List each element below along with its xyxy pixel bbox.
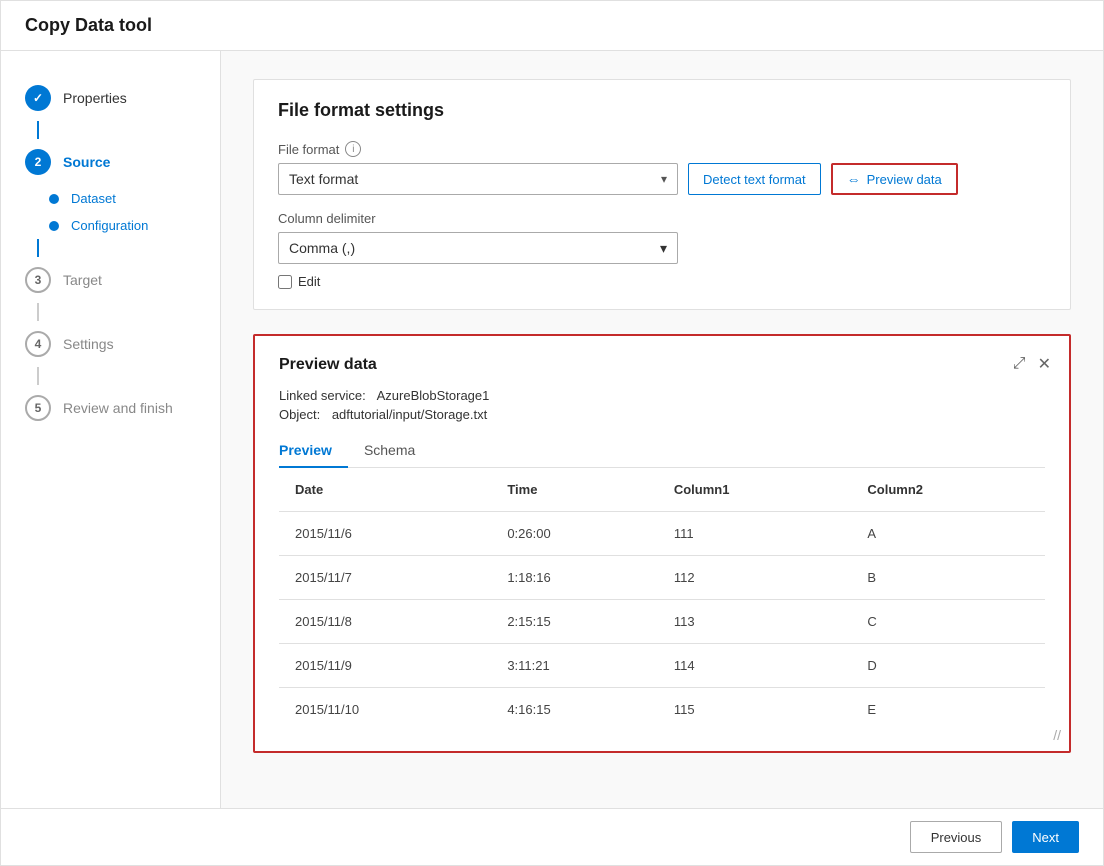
edit-checkbox[interactable] [278, 275, 292, 289]
sidebar-item-source[interactable]: 2 Source [1, 139, 220, 185]
file-format-info-icon[interactable]: i [345, 141, 361, 157]
edit-label: Edit [298, 274, 320, 289]
sidebar-label-dataset: Dataset [71, 191, 116, 206]
table-cell: 113 [658, 600, 852, 644]
app-container: Copy Data tool ✓ Properties 2 Source Dat… [0, 0, 1104, 866]
preview-tabs: Preview Schema [279, 434, 1045, 468]
table-cell: 115 [658, 688, 852, 732]
tab-preview[interactable]: Preview [279, 434, 348, 468]
object-label: Object: [279, 407, 320, 422]
file-format-label: File format i [278, 141, 1046, 157]
table-cell: 4:16:15 [491, 688, 658, 732]
table-row: 2015/11/71:18:16112B [279, 556, 1045, 600]
preview-data-panel: ⤢ ✕ Preview data Linked service: AzureBl… [253, 334, 1071, 753]
sidebar-item-target[interactable]: 3 Target [1, 257, 220, 303]
table-row: 2015/11/104:16:15115E [279, 688, 1045, 732]
table-cell: E [851, 688, 1045, 732]
connector-2 [37, 239, 39, 257]
connector-4 [37, 367, 39, 385]
chevron-down-icon: ▾ [661, 172, 667, 186]
object-value: adftutorial/input/Storage.txt [332, 407, 487, 422]
detect-text-format-button[interactable]: Detect text format [688, 163, 821, 195]
preview-panel-title: Preview data [279, 356, 1045, 374]
table-cell: 2015/11/7 [279, 556, 491, 600]
sidebar-subitem-configuration[interactable]: Configuration [1, 212, 220, 239]
table-cell: A [851, 512, 1045, 556]
connector-3 [37, 303, 39, 321]
object-info: Object: adftutorial/input/Storage.txt [279, 407, 1045, 422]
app-header: Copy Data tool [1, 1, 1103, 51]
table-cell: C [851, 600, 1045, 644]
column-delimiter-dropdown[interactable]: Comma (,) ▾ [278, 232, 678, 264]
connector-1 [37, 121, 39, 139]
table-row: 2015/11/60:26:00111A [279, 512, 1045, 556]
table-cell: 2015/11/6 [279, 512, 491, 556]
table-cell: 111 [658, 512, 852, 556]
file-format-dropdown[interactable]: Text format ▾ [278, 163, 678, 195]
linked-service-info: Linked service: AzureBlobStorage1 [279, 388, 1045, 403]
next-button[interactable]: Next [1012, 821, 1079, 853]
linked-service-label: Linked service: [279, 388, 366, 403]
table-cell: 2015/11/9 [279, 644, 491, 688]
panel-controls: ⤢ ✕ [1011, 352, 1053, 376]
table-row: 2015/11/93:11:21114D [279, 644, 1045, 688]
bottom-bar: Previous Next [1, 808, 1103, 865]
sidebar-item-settings[interactable]: 4 Settings [1, 321, 220, 367]
tab-schema[interactable]: Schema [364, 434, 431, 468]
step-circle-review: 5 [25, 395, 51, 421]
table-cell: 2015/11/8 [279, 600, 491, 644]
col-header-column1: Column1 [658, 468, 852, 512]
column-delimiter-label: Column delimiter [278, 211, 1046, 226]
step-circle-properties: ✓ [25, 85, 51, 111]
table-cell: 112 [658, 556, 852, 600]
sidebar-label-review: Review and finish [63, 400, 173, 416]
sidebar-label-target: Target [63, 272, 102, 288]
sidebar: ✓ Properties 2 Source Dataset Configurat… [1, 51, 221, 808]
chevron-down-icon-delimiter: ▾ [660, 240, 667, 257]
table-cell: 2015/11/10 [279, 688, 491, 732]
preview-table: Date Time Column1 Column2 2015/11/60:26:… [279, 468, 1045, 731]
sidebar-subitem-dataset[interactable]: Dataset [1, 185, 220, 212]
file-format-settings-panel: File format settings File format i Text … [253, 79, 1071, 310]
sidebar-item-review[interactable]: 5 Review and finish [1, 385, 220, 431]
app-title: Copy Data tool [25, 15, 152, 35]
sub-dot-configuration [49, 221, 59, 231]
preview-data-button[interactable]: ⇔ Preview data [831, 163, 958, 195]
sub-dot-dataset [49, 194, 59, 204]
sidebar-item-properties[interactable]: ✓ Properties [1, 75, 220, 121]
table-cell: 114 [658, 644, 852, 688]
edit-checkbox-row: Edit [278, 274, 1046, 289]
sidebar-label-configuration: Configuration [71, 218, 148, 233]
expand-icon[interactable]: ⤢ [1011, 352, 1028, 376]
col-header-time: Time [491, 468, 658, 512]
step-circle-settings: 4 [25, 331, 51, 357]
settings-section-title: File format settings [278, 100, 1046, 121]
sidebar-label-properties: Properties [63, 90, 127, 106]
resize-handle: // [1053, 727, 1061, 743]
step-circle-source: 2 [25, 149, 51, 175]
main-layout: ✓ Properties 2 Source Dataset Configurat… [1, 51, 1103, 808]
linked-service-value: AzureBlobStorage1 [377, 388, 490, 403]
table-cell: 1:18:16 [491, 556, 658, 600]
table-cell: 2:15:15 [491, 600, 658, 644]
table-row: 2015/11/82:15:15113C [279, 600, 1045, 644]
format-row: Text format ▾ Detect text format ⇔ Previ… [278, 163, 1046, 195]
col-header-date: Date [279, 468, 491, 512]
previous-button[interactable]: Previous [910, 821, 1003, 853]
sidebar-label-source: Source [63, 154, 110, 170]
table-cell: 0:26:00 [491, 512, 658, 556]
table-header-row: Date Time Column1 Column2 [279, 468, 1045, 512]
table-cell: 3:11:21 [491, 644, 658, 688]
table-cell: B [851, 556, 1045, 600]
sidebar-label-settings: Settings [63, 336, 114, 352]
delimiter-row: Comma (,) ▾ [278, 232, 1046, 264]
content-area: File format settings File format i Text … [221, 51, 1103, 808]
step-circle-target: 3 [25, 267, 51, 293]
table-cell: D [851, 644, 1045, 688]
link-icon: ⇔ [847, 171, 861, 187]
col-header-column2: Column2 [851, 468, 1045, 512]
close-icon[interactable]: ✕ [1036, 352, 1053, 376]
